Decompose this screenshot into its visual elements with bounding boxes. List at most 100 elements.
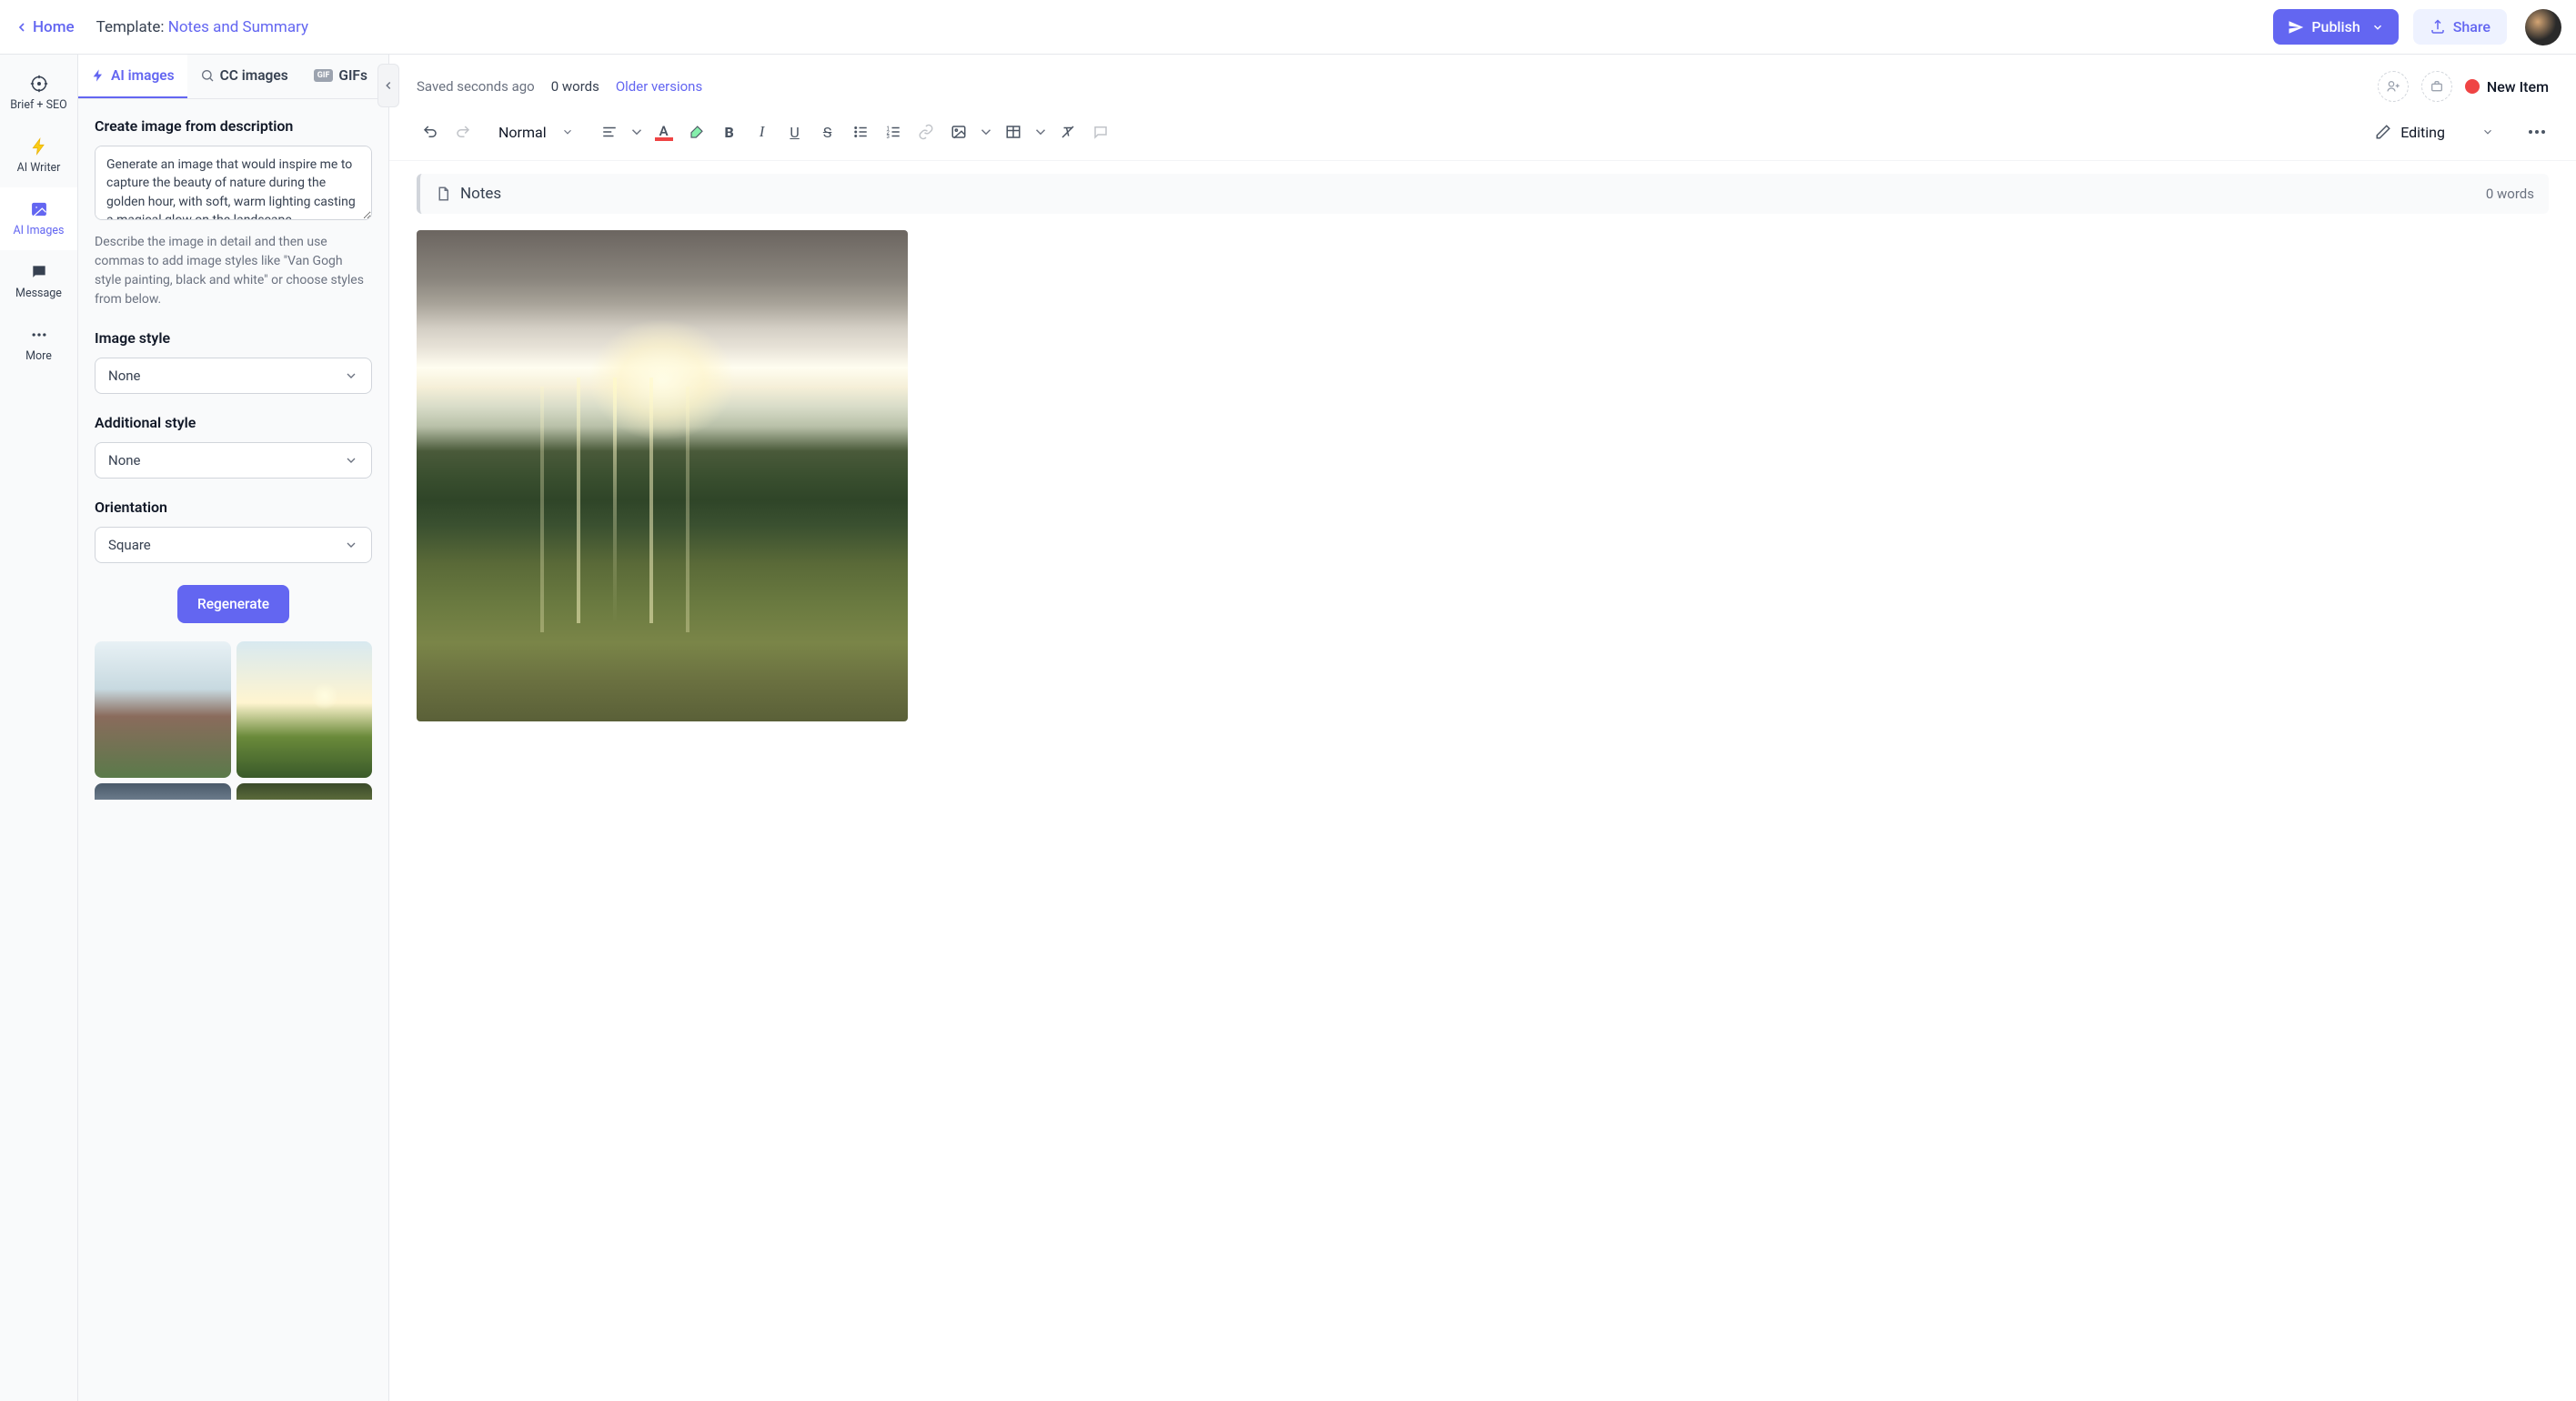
template-link[interactable]: Notes and Summary xyxy=(168,18,308,36)
create-image-label: Create image from description xyxy=(95,117,372,135)
strikethrough-icon: S xyxy=(823,124,832,141)
notes-block[interactable]: Notes 0 words xyxy=(417,174,2549,214)
panel-tabs: AI images CC images GIF GIFs xyxy=(78,55,388,99)
strikethrough-button[interactable]: S xyxy=(814,118,841,146)
dot-icon xyxy=(2529,130,2532,134)
image-style-select[interactable]: None xyxy=(95,358,372,394)
numbered-list-icon: 123 xyxy=(885,124,901,140)
image-icon xyxy=(30,200,48,218)
redo-button[interactable] xyxy=(449,118,477,146)
underline-icon: U xyxy=(790,124,799,141)
comment-icon xyxy=(1092,124,1109,140)
italic-icon: I xyxy=(760,123,765,141)
rail-ai-images[interactable]: AI Images xyxy=(0,187,77,250)
collapse-panel-button[interactable] xyxy=(377,64,399,107)
older-versions-link[interactable]: Older versions xyxy=(616,78,702,95)
inserted-image[interactable] xyxy=(417,230,908,721)
thumbnail-3[interactable] xyxy=(95,783,231,800)
editor-body[interactable]: Notes 0 words xyxy=(389,161,2576,1401)
toolbar-more-button[interactable] xyxy=(2525,126,2549,137)
chevron-down-icon xyxy=(2481,126,2494,138)
tab-gifs-label: GIFs xyxy=(338,67,367,84)
tab-ai-images[interactable]: AI images xyxy=(78,55,187,98)
link-icon xyxy=(918,124,934,140)
insert-table-button[interactable] xyxy=(1000,118,1027,146)
orientation-value: Square xyxy=(108,537,151,553)
pencil-icon xyxy=(2375,124,2391,140)
text-color-button[interactable]: A xyxy=(650,118,678,146)
rail-message-label: Message xyxy=(15,287,62,300)
app-header: Home Template: Notes and Summary Publish… xyxy=(0,0,2576,55)
user-avatar[interactable] xyxy=(2525,9,2561,45)
thumbnail-1[interactable] xyxy=(95,641,231,778)
underline-button[interactable]: U xyxy=(781,118,809,146)
paragraph-style-select[interactable]: Normal xyxy=(491,120,581,145)
bold-icon: B xyxy=(724,124,733,141)
rail-message[interactable]: Message xyxy=(0,250,77,313)
orientation-select[interactable]: Square xyxy=(95,527,372,563)
publish-button[interactable]: Publish xyxy=(2273,9,2398,45)
chevron-down-icon xyxy=(561,126,574,138)
new-item-button[interactable]: New Item xyxy=(2465,78,2549,96)
chevron-down-icon xyxy=(629,124,645,140)
left-rail: Brief + SEO AI Writer AI Images Message … xyxy=(0,55,78,1401)
notes-word-count: 0 words xyxy=(2486,186,2534,202)
chevron-down-icon xyxy=(2371,21,2384,34)
table-dropdown[interactable] xyxy=(1032,118,1049,146)
add-asset-button[interactable] xyxy=(2421,71,2452,102)
bullet-list-button[interactable] xyxy=(847,118,874,146)
notes-title: Notes xyxy=(460,185,501,203)
chevron-down-icon xyxy=(344,453,358,468)
prompt-helper-text: Describe the image in detail and then us… xyxy=(95,233,372,309)
share-button[interactable]: Share xyxy=(2413,9,2507,45)
rail-more-label: More xyxy=(25,349,52,363)
gif-badge-icon: GIF xyxy=(314,69,334,82)
home-link[interactable]: Home xyxy=(15,18,75,36)
highlight-button[interactable] xyxy=(683,118,710,146)
editing-mode-label: Editing xyxy=(2400,124,2445,141)
numbered-list-button[interactable]: 123 xyxy=(880,118,907,146)
comment-button[interactable] xyxy=(1087,118,1114,146)
chevron-down-icon xyxy=(978,124,994,140)
tab-ai-images-label: AI images xyxy=(111,67,175,84)
additional-style-value: None xyxy=(108,452,141,469)
new-item-label: New Item xyxy=(2487,78,2549,96)
align-button[interactable] xyxy=(596,118,623,146)
rail-more[interactable]: More xyxy=(0,313,77,376)
paragraph-style-value: Normal xyxy=(498,124,547,141)
side-panel: AI images CC images GIF GIFs Create imag… xyxy=(78,55,389,1401)
generated-thumbnails xyxy=(95,641,372,800)
thumbnail-2[interactable] xyxy=(236,641,373,778)
tab-cc-images[interactable]: CC images xyxy=(187,55,301,98)
rail-brief-label: Brief + SEO xyxy=(10,98,66,112)
bold-button[interactable]: B xyxy=(716,118,743,146)
dot-icon xyxy=(2535,130,2539,134)
table-icon xyxy=(1005,124,1021,140)
editing-mode-select[interactable]: Editing xyxy=(2368,120,2501,145)
publish-label: Publish xyxy=(2311,18,2360,35)
chevron-left-icon xyxy=(382,79,395,92)
regenerate-button[interactable]: Regenerate xyxy=(177,585,289,623)
align-dropdown[interactable] xyxy=(629,118,645,146)
document-icon xyxy=(435,186,451,202)
word-count-top: 0 words xyxy=(551,78,599,95)
image-icon xyxy=(951,124,967,140)
link-button[interactable] xyxy=(912,118,940,146)
template-info: Template: Notes and Summary xyxy=(96,18,308,36)
italic-button[interactable]: I xyxy=(749,118,776,146)
clear-formatting-button[interactable] xyxy=(1054,118,1082,146)
redo-icon xyxy=(455,124,471,140)
rail-ai-writer[interactable]: AI Writer xyxy=(0,125,77,187)
image-prompt-input[interactable] xyxy=(95,146,372,220)
rail-writer-label: AI Writer xyxy=(17,161,61,175)
tab-gifs[interactable]: GIF GIFs xyxy=(301,55,380,98)
send-icon xyxy=(2288,19,2304,35)
undo-button[interactable] xyxy=(417,118,444,146)
add-collaborator-button[interactable] xyxy=(2378,71,2409,102)
image-dropdown[interactable] xyxy=(978,118,994,146)
insert-image-button[interactable] xyxy=(945,118,972,146)
rail-brief-seo[interactable]: Brief + SEO xyxy=(0,62,77,125)
thumbnail-4[interactable] xyxy=(236,783,373,800)
rail-images-label: AI Images xyxy=(14,224,65,237)
additional-style-select[interactable]: None xyxy=(95,442,372,479)
